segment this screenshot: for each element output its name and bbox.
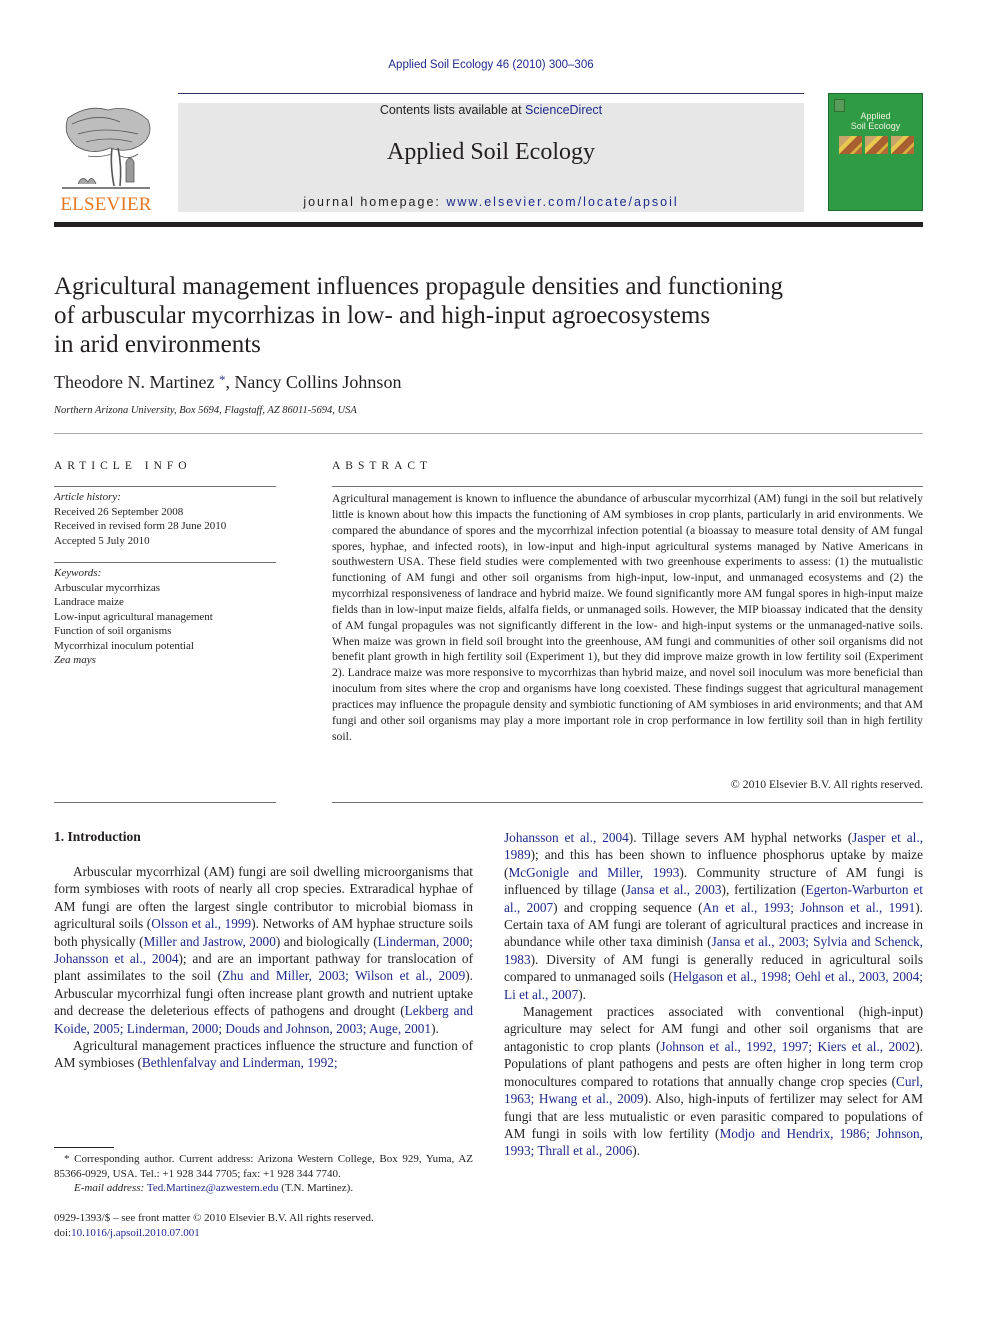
contents-available-line: Contents lists available at ScienceDirec… <box>379 103 603 117</box>
citation-link[interactable]: Olsson et al., 1999 <box>151 916 251 931</box>
citation-link[interactable]: Modjo and Hendrix, 1986; Johnson, 1993; … <box>504 1126 923 1158</box>
email-link[interactable]: Ted.Martinez@azwestern.edu <box>147 1182 279 1194</box>
citation-link[interactable]: Curl, 1963; Hwang et al., 2009 <box>504 1074 923 1106</box>
divider <box>54 562 276 563</box>
citation-link[interactable]: Bethlenfalvay and Linderman, 1992; <box>142 1055 338 1070</box>
citation-link[interactable]: Helgason et al., 1998; Oehl et al., 2003… <box>504 969 923 1001</box>
issn-line: 0929-1393/$ – see front matter © 2010 El… <box>54 1212 374 1224</box>
abstract-heading: ABSTRACT <box>332 460 433 472</box>
article-info-heading: ARTICLE INFO <box>54 460 192 472</box>
citation-link[interactable]: Applied Soil Ecology 46 (2010) 300–306 <box>388 59 593 71</box>
footnote: * Corresponding author. Current address:… <box>54 1153 473 1194</box>
journal-name: Applied Soil Ecology <box>387 139 595 165</box>
abstract-copyright: © 2010 Elsevier B.V. All rights reserved… <box>730 778 923 791</box>
paragraph: Arbuscular mycorrhizal (AM) fungi are so… <box>54 864 473 1036</box>
citation-link[interactable]: McGonigle and Miller, 1993 <box>508 865 679 880</box>
citation-link[interactable]: Johansson et al., 2004 <box>504 830 629 845</box>
keyword: Arbuscular mycorrhizas <box>54 581 160 594</box>
footnote-rule <box>54 1147 114 1148</box>
citation-link[interactable]: An et al., 1993; Johnson et al., 1991 <box>703 900 916 915</box>
journal-homepage-line: journal homepage: www.elsevier.com/locat… <box>303 195 679 209</box>
citation-link[interactable]: Johnson et al., 1992, 1997; Kiers et al.… <box>660 1039 915 1054</box>
section-heading-introduction: 1. Introduction <box>54 829 141 844</box>
divider <box>54 433 923 434</box>
divider <box>332 486 923 487</box>
keyword: Zea mays <box>54 654 96 666</box>
article-history: Article history: Received 26 September 2… <box>54 490 276 548</box>
body-column-left: Arbuscular mycorrhizal (AM) fungi are so… <box>54 863 473 1072</box>
journal-cover-thumbnail[interactable]: Applied Soil Ecology <box>828 93 923 211</box>
paragraph: Johansson et al., 2004). Tillage severs … <box>504 830 924 1002</box>
elsevier-wordmark: ELSEVIER <box>60 194 152 215</box>
citation-link[interactable]: Jansa et al., 2003; Sylvia and Schenck, … <box>504 934 923 966</box>
author-name: Theodore N. Martinez <box>54 372 215 392</box>
elsevier-logo[interactable]: ELSEVIER <box>54 104 158 216</box>
cover-tile <box>891 136 914 154</box>
keyword: Low-input agricultural management <box>54 610 213 623</box>
body-column-right: Johansson et al., 2004). Tillage severs … <box>504 829 923 1160</box>
keyword: Function of soil organisms <box>54 625 172 637</box>
citation-link[interactable]: Miller and Jastrow, 2000 <box>144 934 276 949</box>
paragraph: Agricultural management practices influe… <box>54 1038 473 1071</box>
journal-citation[interactable]: Applied Soil Ecology 46 (2010) 300–306 <box>0 59 982 71</box>
citation-link[interactable]: Jansa et al., 2003 <box>626 882 722 897</box>
history-item: Received in revised form 28 June 2010 <box>54 520 227 532</box>
affiliation: Northern Arizona University, Box 5694, F… <box>54 405 357 416</box>
divider <box>332 802 923 803</box>
abstract-text: Agricultural management is known to infl… <box>332 492 923 743</box>
doi-link[interactable]: 10.1016/j.apsoil.2010.07.001 <box>71 1227 200 1239</box>
citation-link[interactable]: Zhu and Miller, 2003; Wilson et al., 200… <box>222 968 465 983</box>
front-matter: 0929-1393/$ – see front matter © 2010 El… <box>54 1211 473 1241</box>
keyword: Landrace maize <box>54 596 124 608</box>
cover-soil-images <box>839 136 914 154</box>
author-list: Theodore N. Martinez *, Nancy Collins Jo… <box>54 372 402 392</box>
citation-link[interactable]: Lekberg and Koide, 2005; Linderman, 2000… <box>54 1003 473 1035</box>
cover-tile <box>839 136 862 154</box>
author-name: Nancy Collins Johnson <box>234 372 402 392</box>
divider <box>54 802 276 803</box>
history-item: Received 26 September 2008 <box>54 505 184 518</box>
keywords: Keywords: Arbuscular mycorrhizas Landrac… <box>54 566 276 668</box>
divider <box>54 486 276 487</box>
header-heavy-rule <box>54 222 923 227</box>
keyword: Mycorrhizal inoculum potential <box>54 639 194 652</box>
sciencedirect-link[interactable]: ScienceDirect <box>525 103 602 117</box>
cover-title: Applied Soil Ecology <box>850 111 901 131</box>
cover-tile <box>865 136 888 154</box>
paragraph: Management practices associated with con… <box>504 1004 923 1159</box>
header-divider <box>178 93 804 94</box>
history-item: Accepted 5 July 2010 <box>54 534 150 547</box>
journal-masthead: Contents lists available at ScienceDirec… <box>178 103 804 212</box>
journal-homepage-link[interactable]: www.elsevier.com/locate/apsoil <box>446 195 678 209</box>
article-title: Agricultural management influences propa… <box>54 273 783 358</box>
elsevier-tree-icon <box>62 107 151 189</box>
